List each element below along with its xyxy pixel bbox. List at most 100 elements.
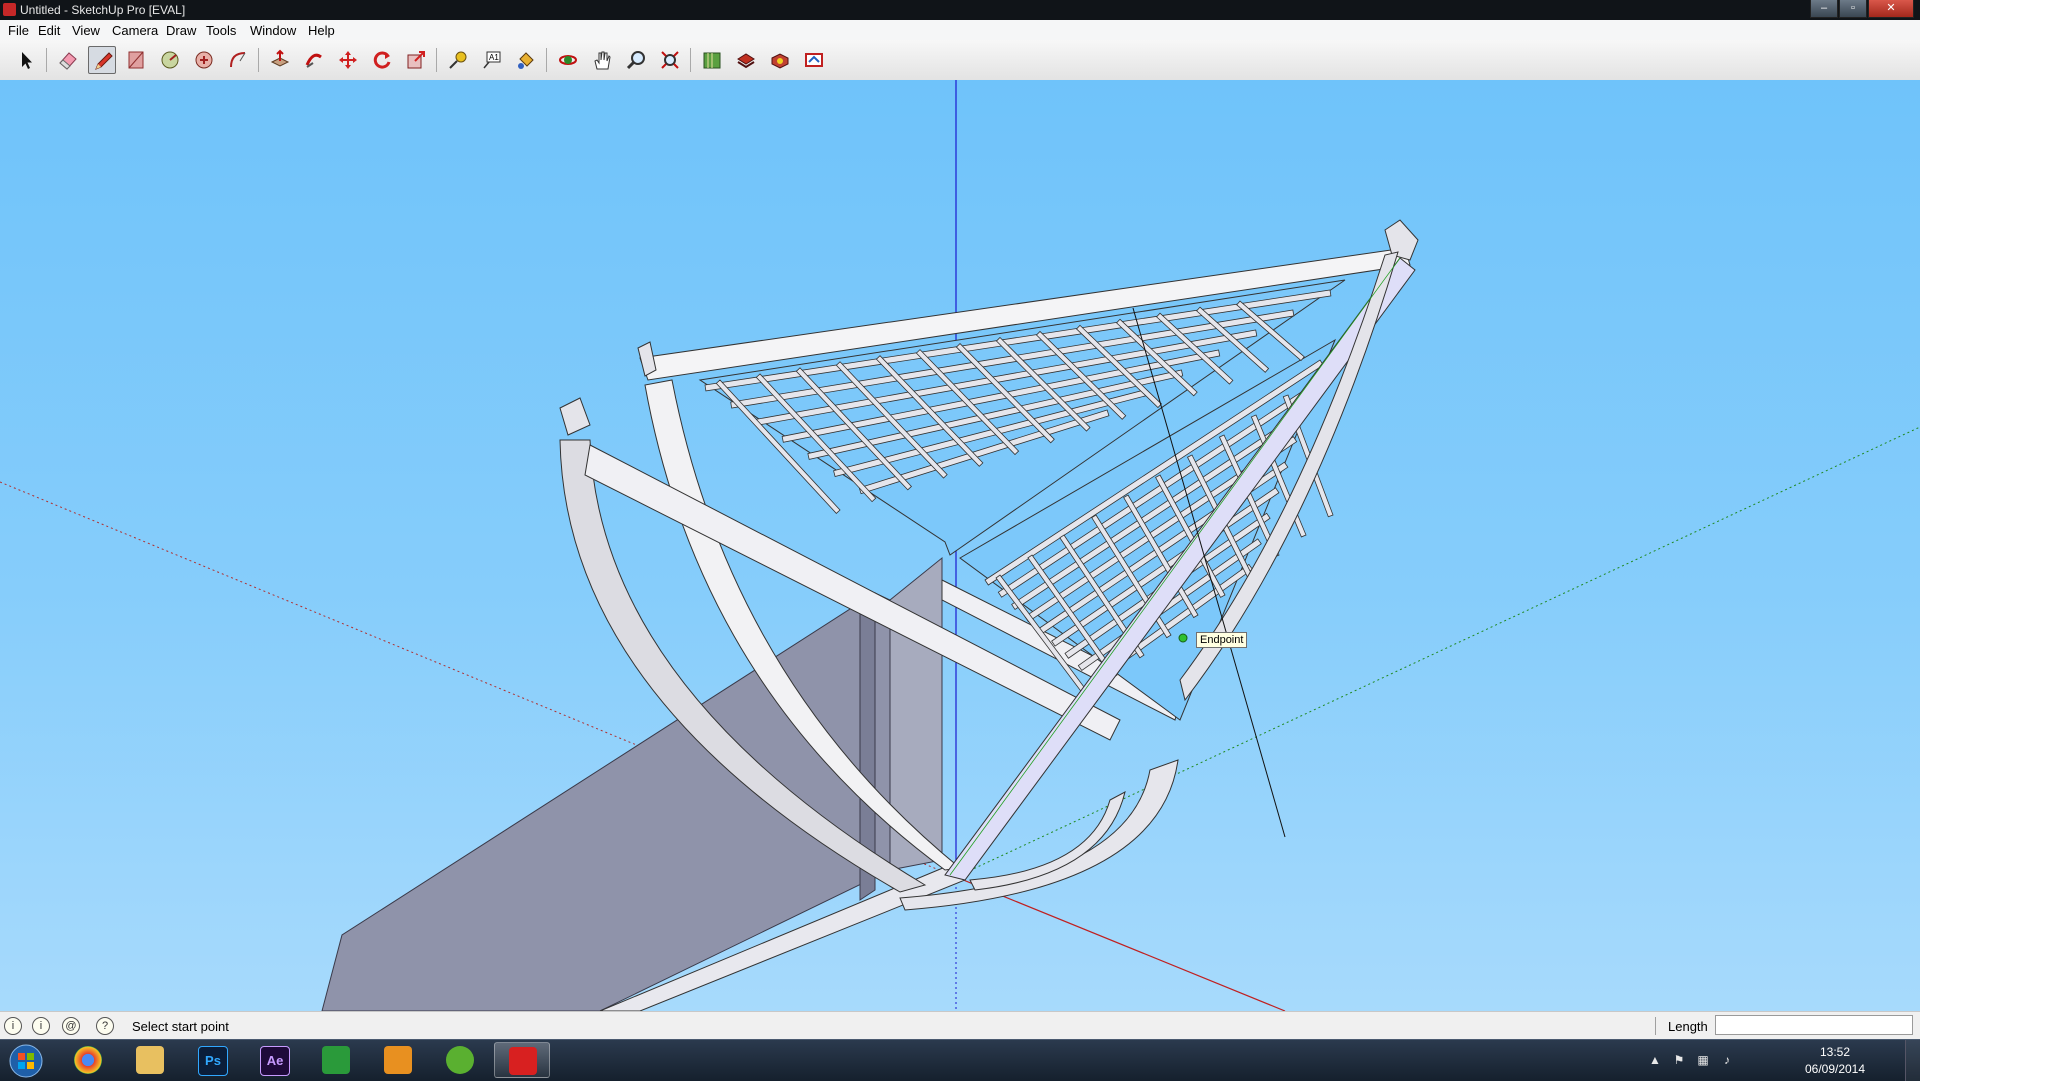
polygon-icon bbox=[195, 51, 213, 69]
rectangle-tool[interactable] bbox=[122, 46, 150, 74]
toolbar-separator bbox=[546, 48, 547, 72]
start-button[interactable] bbox=[6, 1043, 46, 1079]
taskbar-explorer[interactable] bbox=[122, 1042, 178, 1078]
volume-icon[interactable]: ♪ bbox=[1720, 1053, 1734, 1067]
login-icon[interactable]: @ bbox=[62, 1017, 80, 1035]
red-axis bbox=[955, 876, 1286, 1011]
large-tool-set-toolbar: A1 bbox=[0, 40, 1920, 81]
help-icon[interactable]: ? bbox=[96, 1017, 114, 1035]
show-desktop-button[interactable] bbox=[1905, 1040, 1920, 1081]
toolbar-separator bbox=[258, 48, 259, 72]
follow-me-icon bbox=[305, 53, 322, 68]
text-icon: A1 bbox=[483, 51, 501, 69]
action-center-flag-icon[interactable]: ⚑ bbox=[1672, 1053, 1686, 1067]
warehouse-tool[interactable] bbox=[698, 46, 726, 74]
taskbar-utorrent[interactable] bbox=[432, 1042, 488, 1078]
taskbar-after-effects[interactable]: Ae bbox=[246, 1042, 302, 1078]
network-icon[interactable]: ▦ bbox=[1696, 1053, 1710, 1067]
toolbar-separator bbox=[690, 48, 691, 72]
menu-help[interactable]: Help bbox=[308, 23, 335, 38]
photoshop-icon: Ps bbox=[198, 1046, 228, 1076]
taskbar-sketchup[interactable] bbox=[494, 1042, 550, 1078]
paint-bucket-icon bbox=[518, 52, 534, 69]
toolbar-separator bbox=[436, 48, 437, 72]
components-tool[interactable] bbox=[766, 46, 794, 74]
chrome-icon bbox=[74, 1046, 102, 1074]
menu-edit[interactable]: Edit bbox=[38, 23, 60, 38]
taskbar-photoshop[interactable]: Ps bbox=[184, 1042, 240, 1078]
after-effects-icon: Ae bbox=[260, 1046, 290, 1076]
push-pull-tool[interactable] bbox=[266, 46, 294, 74]
clock-date[interactable]: 06/09/2014 bbox=[1800, 1062, 1870, 1076]
status-message: Select start point bbox=[132, 1019, 229, 1034]
move-icon bbox=[339, 51, 357, 69]
pan-tool[interactable] bbox=[588, 46, 616, 74]
magnifier-icon bbox=[626, 51, 645, 70]
move-tool[interactable] bbox=[334, 46, 362, 74]
circle-icon bbox=[161, 51, 179, 69]
zoom-extents-tool[interactable] bbox=[656, 46, 684, 74]
svg-text:A1: A1 bbox=[489, 53, 499, 62]
zoom-tool[interactable] bbox=[622, 46, 650, 74]
extension-tool[interactable] bbox=[800, 46, 828, 74]
arc-tool[interactable] bbox=[224, 46, 252, 74]
system-tray: ▲ ⚑ ▦ ♪ 13:52 06/09/2014 bbox=[1620, 1040, 1920, 1081]
folder-icon bbox=[136, 1046, 164, 1074]
measurements-label: Length bbox=[1668, 1019, 1708, 1034]
credits-icon[interactable]: i bbox=[32, 1017, 50, 1035]
paint-bucket-tool[interactable] bbox=[512, 46, 540, 74]
follow-me-tool[interactable] bbox=[300, 46, 328, 74]
components-icon bbox=[771, 53, 789, 69]
geo-location-icon[interactable]: i bbox=[4, 1017, 22, 1035]
menu-file[interactable]: File bbox=[8, 23, 29, 38]
media-player-icon bbox=[384, 1046, 412, 1074]
model-viewport[interactable]: Endpoint bbox=[0, 80, 1920, 1011]
arc-icon bbox=[230, 52, 246, 68]
status-bar: i i @ ? Select start point Length bbox=[0, 1011, 1920, 1040]
select-tool[interactable] bbox=[12, 46, 40, 74]
rotate-tool[interactable] bbox=[368, 46, 396, 74]
sketchup-window: Untitled - SketchUp Pro [EVAL] – ▫ ✕ Fil… bbox=[0, 0, 1920, 1080]
menu-draw[interactable]: Draw bbox=[166, 23, 196, 38]
rotate-icon bbox=[373, 51, 391, 69]
sketchup-app-icon bbox=[3, 3, 16, 16]
taskbar-green-app[interactable] bbox=[308, 1042, 364, 1078]
line-tool[interactable] bbox=[88, 46, 116, 74]
push-pull-icon bbox=[270, 49, 290, 67]
measurements-input[interactable] bbox=[1715, 1015, 1913, 1035]
menu-view[interactable]: View bbox=[72, 23, 100, 38]
minimize-button[interactable]: – bbox=[1810, 0, 1838, 18]
tape-measure-icon bbox=[449, 51, 467, 69]
tape-measure-tool[interactable] bbox=[444, 46, 472, 74]
zoom-extents-icon bbox=[661, 51, 679, 69]
clock-time[interactable]: 13:52 bbox=[1800, 1045, 1870, 1059]
hand-icon bbox=[594, 51, 611, 70]
status-separator bbox=[1655, 1017, 1656, 1035]
taskbar-media-player[interactable] bbox=[370, 1042, 426, 1078]
share-model-tool[interactable] bbox=[732, 46, 760, 74]
maximize-button[interactable]: ▫ bbox=[1839, 0, 1867, 18]
endpoint-marker bbox=[1178, 633, 1188, 643]
text-tool[interactable]: A1 bbox=[478, 46, 506, 74]
pencil-icon bbox=[95, 52, 113, 70]
toolbar-separator bbox=[46, 48, 47, 72]
model-scene bbox=[0, 80, 1920, 1011]
menu-camera[interactable]: Camera bbox=[112, 23, 158, 38]
menu-bar: File Edit View Camera Draw Tools Window … bbox=[0, 20, 1920, 40]
eraser-icon bbox=[59, 52, 77, 70]
scale-tool[interactable] bbox=[402, 46, 430, 74]
green-app-icon bbox=[322, 1046, 350, 1074]
orbit-tool[interactable] bbox=[554, 46, 582, 74]
arrow-icon bbox=[22, 52, 32, 69]
close-button[interactable]: ✕ bbox=[1868, 0, 1914, 18]
menu-tools[interactable]: Tools bbox=[206, 23, 236, 38]
window-controls: – ▫ ✕ bbox=[1810, 0, 1914, 18]
share-model-icon bbox=[737, 53, 755, 69]
taskbar-chrome[interactable] bbox=[60, 1042, 116, 1078]
eraser-tool[interactable] bbox=[54, 46, 82, 74]
circle-tool[interactable] bbox=[156, 46, 184, 74]
polygon-tool[interactable] bbox=[190, 46, 218, 74]
show-hidden-icons-icon[interactable]: ▲ bbox=[1648, 1053, 1662, 1067]
menu-window[interactable]: Window bbox=[250, 23, 296, 38]
windows-taskbar: Ps Ae ▲ ⚑ ▦ ♪ 13:52 06/09/2014 bbox=[0, 1039, 1920, 1081]
